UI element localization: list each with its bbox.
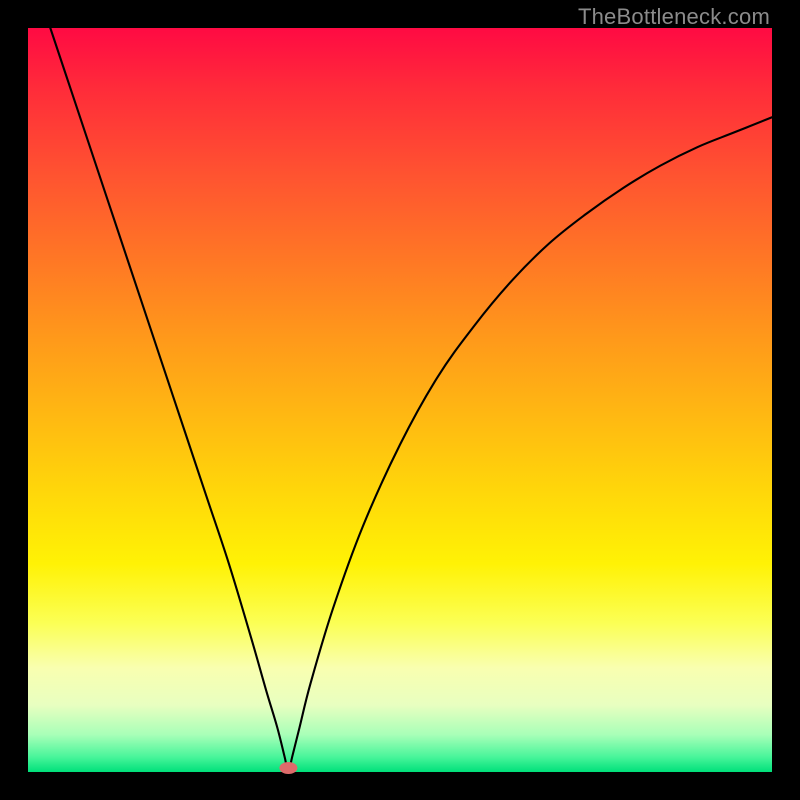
minimum-marker xyxy=(279,762,297,774)
curve-path xyxy=(50,28,772,772)
watermark-label: TheBottleneck.com xyxy=(578,4,770,30)
curve-svg xyxy=(28,28,772,772)
plot-area xyxy=(28,28,772,772)
